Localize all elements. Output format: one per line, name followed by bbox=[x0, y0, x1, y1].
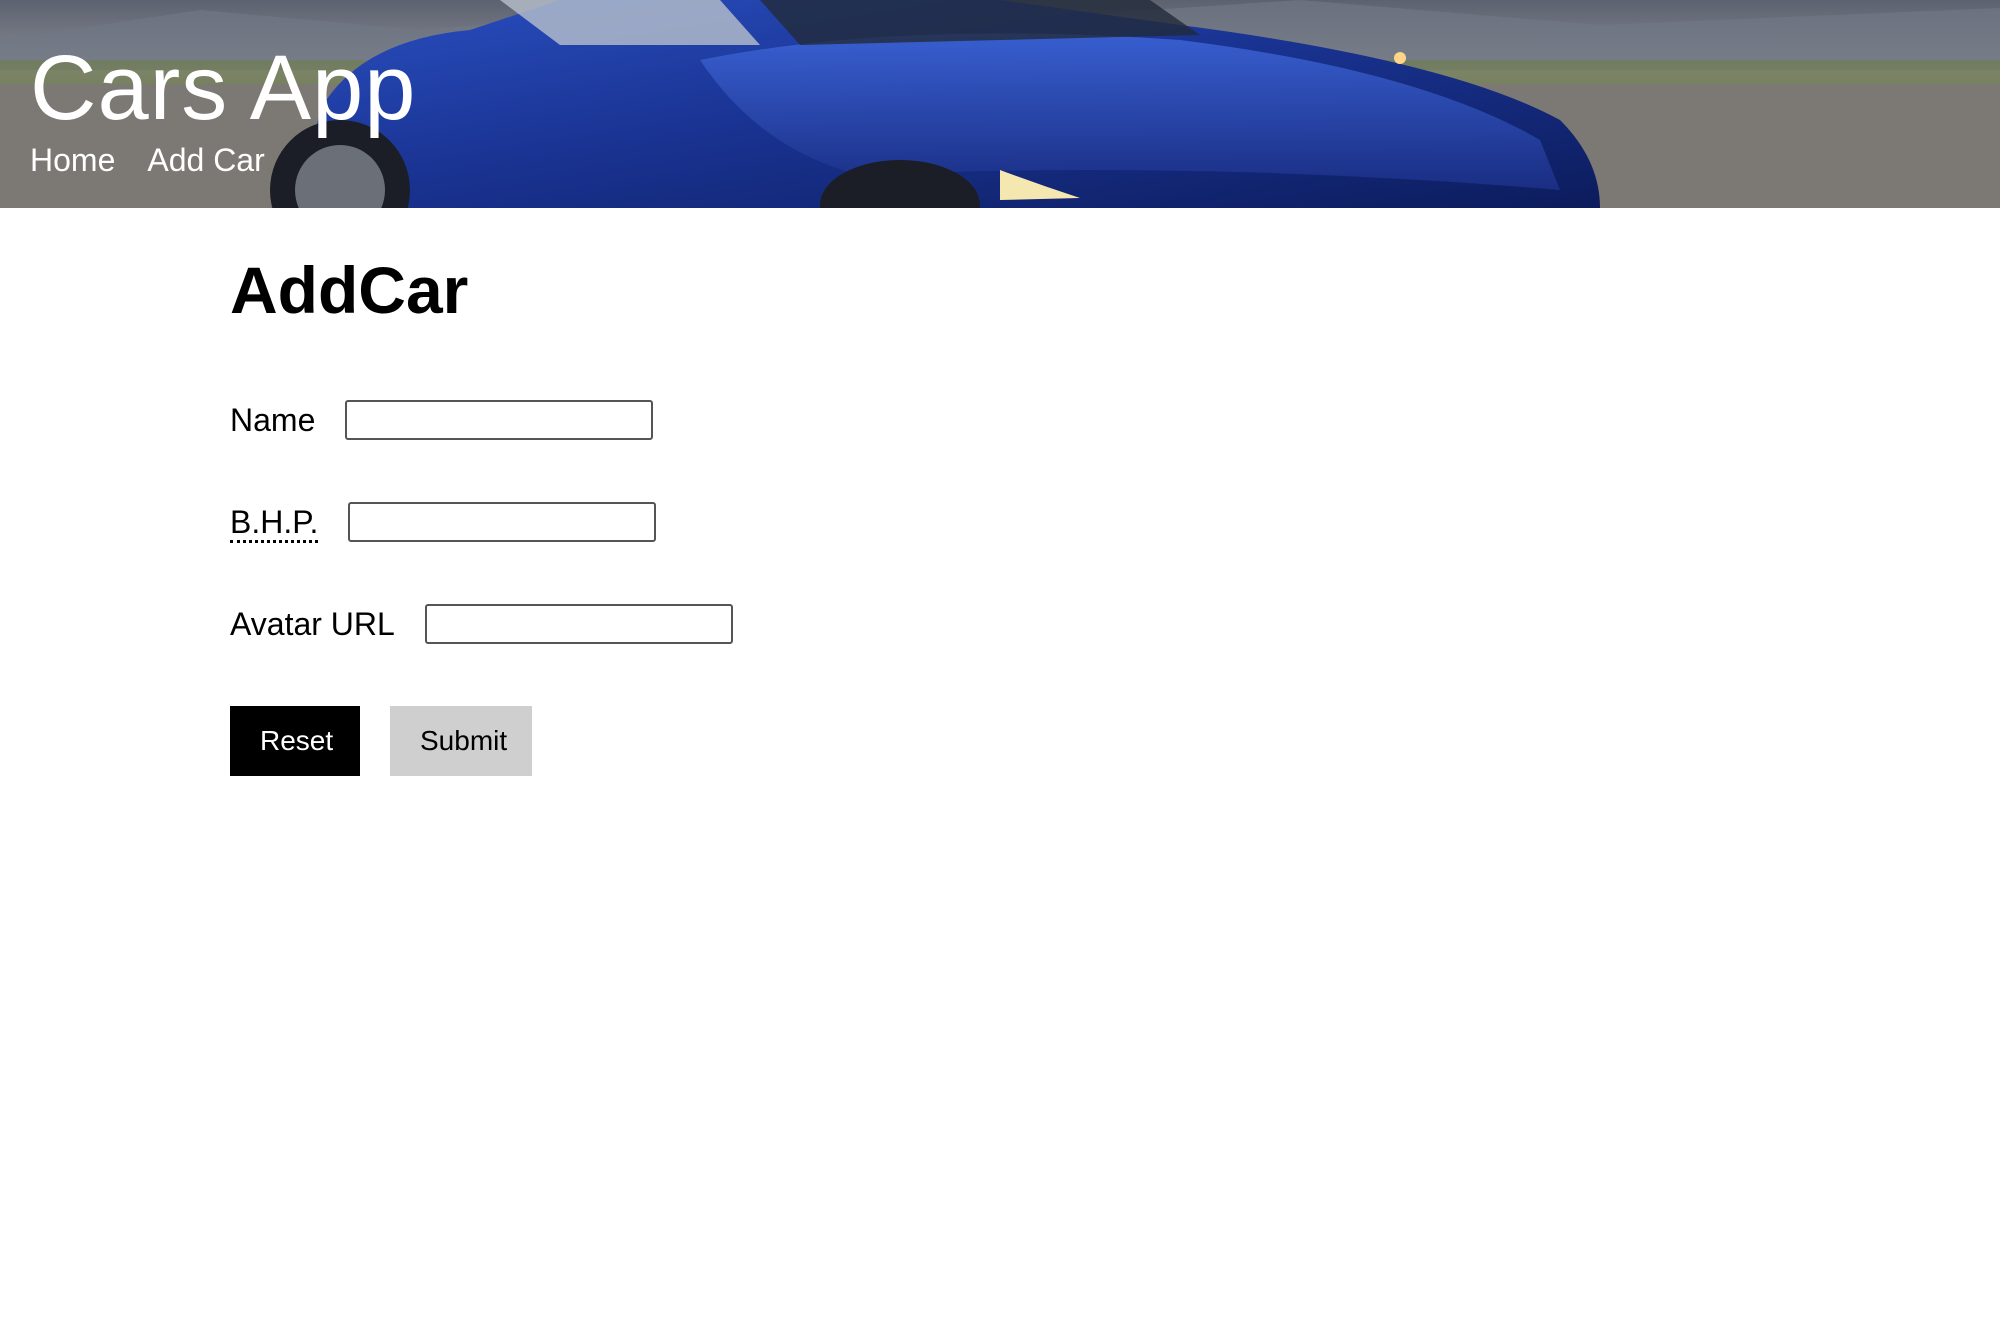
nav-add-car-link[interactable]: Add Car bbox=[147, 140, 264, 180]
name-row: Name bbox=[230, 398, 654, 442]
app-title: Cars App bbox=[30, 37, 417, 139]
form-buttons: Reset Submit bbox=[230, 706, 532, 776]
bhp-label: B.H.P. bbox=[230, 502, 319, 543]
name-label: Name bbox=[230, 402, 316, 438]
bhp-row: B.H.P. bbox=[230, 500, 657, 544]
submit-button[interactable]: Submit bbox=[390, 706, 532, 776]
hero-banner: Cars App Home Add Car bbox=[0, 0, 2000, 208]
bhp-input[interactable] bbox=[348, 502, 657, 542]
avatar-row: Avatar URL bbox=[230, 602, 733, 646]
reset-button[interactable]: Reset bbox=[230, 706, 360, 776]
name-input[interactable] bbox=[345, 400, 654, 440]
page-title: AddCar bbox=[230, 253, 469, 327]
main-nav: Home Add Car bbox=[30, 140, 265, 180]
nav-home-link[interactable]: Home bbox=[30, 140, 115, 180]
avatar-url-input[interactable] bbox=[424, 604, 733, 644]
add-car-section: AddCar Name B.H.P. Avatar URL Reset Subm… bbox=[230, 250, 1730, 776]
avatar-url-label: Avatar URL bbox=[230, 606, 395, 642]
bhp-abbr: B.H.P. bbox=[230, 504, 319, 543]
